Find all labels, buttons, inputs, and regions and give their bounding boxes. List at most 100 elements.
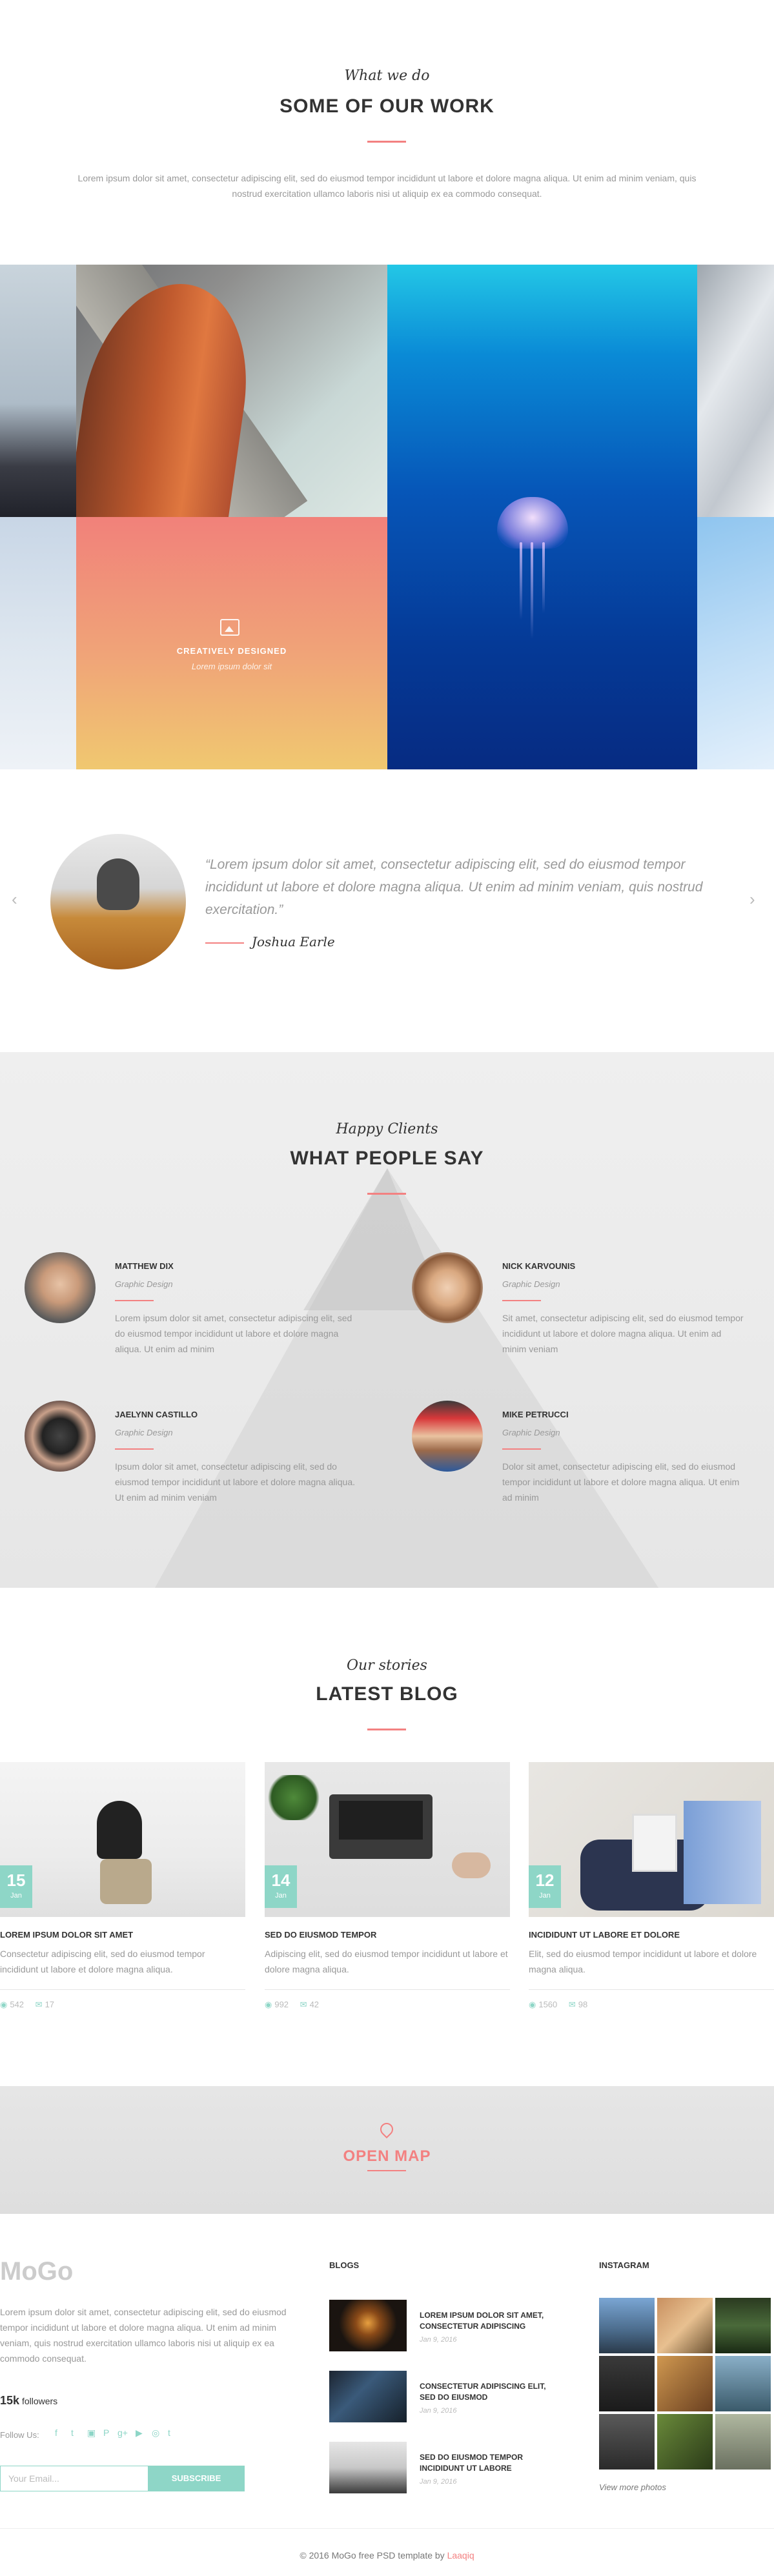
dribbble-icon[interactable]: ◎: [152, 2428, 159, 2439]
instagram-photo[interactable]: [657, 2356, 713, 2411]
client-divider: [502, 1448, 541, 1450]
image-decoration: [97, 1801, 142, 1859]
blog-post-meta: ◉ 992 ✉ 42: [265, 2000, 319, 2010]
image-decoration: [339, 1801, 423, 1840]
work-overlay-subtitle: Lorem ipsum dolor sit: [191, 662, 272, 671]
client-text: Dolor sit amet, consectetur adipiscing e…: [502, 1461, 740, 1503]
blog-post-image[interactable]: [529, 1762, 774, 1917]
copyright-text: © 2016 MoGo free PSD template by: [300, 2550, 445, 2561]
instagram-photo[interactable]: [715, 2298, 771, 2353]
youtube-icon[interactable]: ▶: [136, 2428, 143, 2439]
eye-icon: ◉: [0, 2000, 8, 2009]
client-text: Sit amet, consectetur adipiscing elit, s…: [502, 1313, 744, 1354]
blog-post-image[interactable]: [0, 1762, 245, 1917]
blog-post-card[interactable]: 15 Jan LOREM IPSUM DOLOR SIT AMET Consect…: [0, 1762, 245, 2020]
footer-followers: 15k followers: [0, 2394, 57, 2408]
instagram-photo[interactable]: [599, 2414, 655, 2470]
footer-blog-date: Jan 9, 2016: [420, 2407, 457, 2415]
quote-next-arrow-icon[interactable]: ›: [749, 889, 755, 909]
footer-blog-thumb[interactable]: [329, 2442, 407, 2493]
work-tile-sky[interactable]: [0, 517, 76, 769]
work-overlay-title: CREATIVELY DESIGNED: [176, 646, 287, 656]
tile-decoration: [531, 542, 533, 639]
twitter-icon[interactable]: t: [71, 2428, 74, 2438]
followers-count: 15k: [0, 2394, 20, 2407]
footer-blog-thumb[interactable]: [329, 2371, 407, 2422]
blog-post-title[interactable]: LOREM IPSUM DOLOR SIT AMET: [0, 1930, 133, 1940]
footer-blog-item[interactable]: CONSECTETUR ADIPISCING ELIT, SED DO EIUS…: [329, 2371, 546, 2422]
footer-blog-item[interactable]: LOREM IPSUM DOLOR SIT AMET, CONSECTETUR …: [329, 2300, 544, 2351]
facebook-icon[interactable]: f: [55, 2428, 57, 2438]
open-map-label[interactable]: OPEN MAP: [0, 2147, 774, 2165]
instagram-photo[interactable]: [715, 2414, 771, 2470]
followers-label: followers: [21, 2396, 58, 2406]
client-name: MIKE PETRUCCI: [502, 1410, 569, 1419]
footer-blog-title[interactable]: LOREM IPSUM DOLOR SIT AMET, CONSECTETUR …: [420, 2310, 549, 2332]
blog-post-comments: 98: [578, 2000, 588, 2009]
instagram-photo[interactable]: [715, 2356, 771, 2411]
instagram-photo[interactable]: [599, 2298, 655, 2353]
email-field[interactable]: Your Email...: [0, 2466, 148, 2491]
work-tile-jellyfish[interactable]: [387, 265, 697, 769]
work-tile-building[interactable]: [697, 265, 774, 517]
work-tile-glass[interactable]: [697, 517, 774, 769]
footer-blog-title[interactable]: CONSECTETUR ADIPISCING ELIT, SED DO EIUS…: [420, 2381, 549, 2403]
client-avatar: [412, 1401, 483, 1472]
instagram-photo[interactable]: [599, 2356, 655, 2411]
image-decoration: [100, 1859, 152, 1904]
footer-logo[interactable]: MoGo: [0, 2257, 73, 2286]
blog-post-card[interactable]: 12 Jan INCIDIDUNT UT LABORE ET DOLORE Eli…: [529, 1762, 774, 2020]
blog-post-title[interactable]: SED DO EIUSMOD TEMPOR: [265, 1930, 376, 1940]
blog-post-views: 992: [274, 2000, 289, 2009]
eye-icon: ◉: [529, 2000, 536, 2009]
blog-post-day: 14: [271, 1871, 290, 1890]
blog-post-month: Jan: [10, 1892, 22, 1900]
client-avatar: [412, 1252, 483, 1323]
clients-script-title: Happy Clients: [336, 1121, 438, 1137]
blog-post-title[interactable]: INCIDIDUNT UT LABORE ET DOLORE: [529, 1930, 680, 1940]
blog-post-divider: [265, 1989, 510, 1990]
footer: MoGo Lorem ipsum dolor sit amet, consect…: [0, 2214, 774, 2576]
tile-decoration: [520, 542, 522, 620]
work-tile-rocks[interactable]: [0, 265, 76, 517]
quote-prev-arrow-icon[interactable]: ‹: [12, 889, 17, 909]
subscribe-button[interactable]: SUBSCRIBE: [148, 2466, 245, 2491]
work-tile-creatively-designed[interactable]: CREATIVELY DESIGNED Lorem ipsum dolor si…: [76, 517, 387, 769]
eye-icon: ◉: [265, 2000, 272, 2009]
view-more-photos-link[interactable]: View more photos: [599, 2482, 666, 2492]
image-icon: [220, 619, 239, 636]
copyright-author-link[interactable]: Laaqiq: [447, 2550, 474, 2561]
work-title-underline: [367, 141, 406, 143]
client-divider: [115, 1300, 154, 1301]
blog-post-excerpt: Adipiscing elit, sed do eiusmod tempor i…: [265, 1949, 508, 1974]
work-tile-architecture[interactable]: [76, 265, 387, 517]
tumblr-icon[interactable]: t: [168, 2428, 170, 2438]
blog-title: LATEST BLOG: [316, 1683, 458, 1705]
pinterest-icon[interactable]: P: [103, 2428, 109, 2438]
follow-us-label: Follow Us:: [0, 2430, 39, 2440]
client-role: Graphic Design: [502, 1428, 560, 1437]
client-role: Graphic Design: [115, 1279, 173, 1289]
work-lead: Lorem ipsum dolor sit amet, consectetur …: [77, 173, 697, 199]
footer-blog-item[interactable]: SED DO EIUSMOD TEMPOR INCIDIDUNT UT LABO…: [329, 2442, 536, 2493]
footer-blog-thumb[interactable]: [329, 2300, 407, 2351]
image-decoration: [265, 1775, 323, 1820]
blog-post-image[interactable]: [265, 1762, 510, 1917]
blog-post-card[interactable]: 14 Jan SED DO EIUSMOD TEMPOR Adipiscing e…: [265, 1762, 510, 2020]
instagram-heading: INSTAGRAM: [599, 2260, 649, 2270]
google-plus-icon[interactable]: g+: [117, 2428, 128, 2438]
open-map-banner[interactable]: OPEN MAP: [0, 2086, 774, 2214]
blog-post-views: 542: [10, 2000, 25, 2009]
quote-author: Joshua Earle: [252, 934, 335, 949]
quote-author-line: [205, 942, 244, 944]
instagram-photo[interactable]: [657, 2298, 713, 2353]
copyright: © 2016 MoGo free PSD template by Laaqiq: [0, 2550, 774, 2561]
blog-post-month: Jan: [539, 1892, 551, 1900]
instagram-icon[interactable]: ▣: [87, 2428, 96, 2439]
blog-post-meta: ◉ 542 ✉ 17: [0, 2000, 54, 2010]
footer-blog-title[interactable]: SED DO EIUSMOD TEMPOR INCIDIDUNT UT LABO…: [420, 2452, 549, 2474]
image-decoration: [684, 1801, 761, 1904]
footer-about: Lorem ipsum dolor sit amet, consectetur …: [0, 2307, 287, 2364]
blog-post-month: Jan: [275, 1892, 287, 1900]
instagram-photo[interactable]: [657, 2414, 713, 2470]
